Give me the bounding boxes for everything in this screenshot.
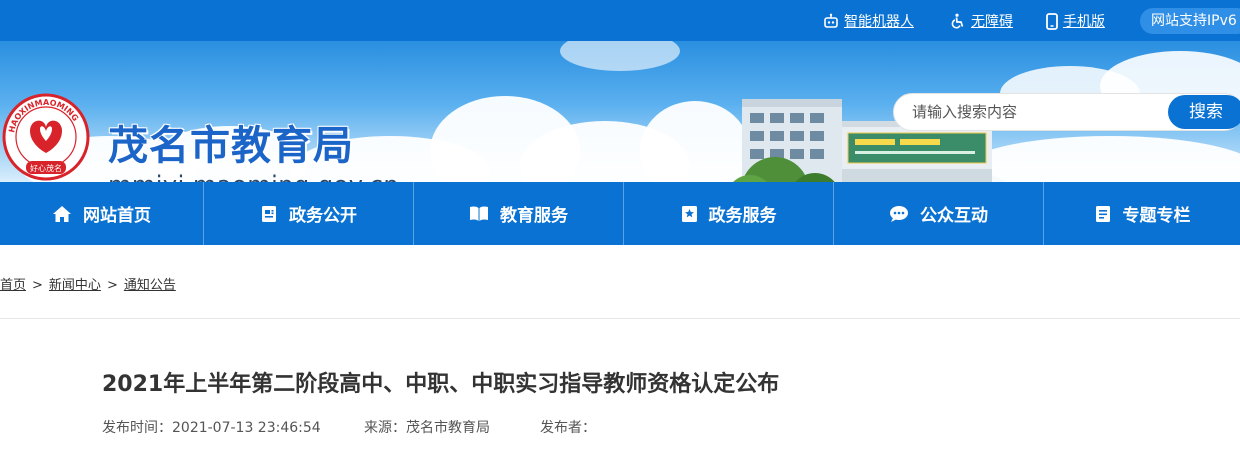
chat-icon xyxy=(890,205,908,222)
article-source: 来源：茂名市教育局 xyxy=(364,420,490,436)
nav-item-special-topics[interactable]: 专题专栏 xyxy=(1044,182,1240,245)
robot-label: 智能机器人 xyxy=(844,14,914,30)
search-box: 搜索 xyxy=(893,93,1240,131)
nav-item-public-interaction[interactable]: 公众互动 xyxy=(834,182,1044,245)
top-utility-bar: 智能机器人 无障碍 手机版 网站支持IPv6 xyxy=(0,0,1240,41)
mobile-version-link[interactable]: 手机版 xyxy=(1046,11,1105,31)
article-publish-time: 发布时间：2021-07-13 23:46:54 xyxy=(102,420,321,436)
site-title: 茂名市教育局 xyxy=(108,123,354,169)
document-icon xyxy=(262,205,276,222)
nav-item-home[interactable]: 网站首页 xyxy=(0,182,204,245)
site-url: mmjyj.maoming.gov.cn xyxy=(108,171,399,182)
robot-link[interactable]: 智能机器人 xyxy=(823,11,914,31)
article-publisher: 发布者： xyxy=(540,420,596,436)
search-input[interactable] xyxy=(912,94,1162,130)
nav-item-government-services[interactable]: 政务服务 xyxy=(624,182,834,245)
bookmark-star-icon xyxy=(681,205,697,222)
breadcrumb-news-center-link[interactable]: 新闻中心 xyxy=(49,278,101,293)
nav-item-label: 政务公开 xyxy=(289,206,357,226)
maoming-logo-emblem: HAOXINMAOMING 好心茂名 xyxy=(2,93,90,181)
mobile-version-label: 手机版 xyxy=(1063,14,1105,30)
main-navigation: 网站首页 政务公开 教育服务 政务服务 公众互动 专题专栏 xyxy=(0,182,1240,245)
notes-icon xyxy=(1095,205,1110,222)
nav-item-label: 网站首页 xyxy=(83,206,151,226)
nav-item-label: 教育服务 xyxy=(500,206,568,226)
nav-item-education-services[interactable]: 教育服务 xyxy=(414,182,624,245)
cloud-decoration xyxy=(560,41,680,71)
search-button[interactable]: 搜索 xyxy=(1168,95,1240,129)
mobile-phone-icon xyxy=(1046,12,1058,30)
breadcrumb-notices-link[interactable]: 通知公告 xyxy=(124,278,176,293)
ipv6-badge: 网站支持IPv6 xyxy=(1140,8,1240,34)
nav-item-government-affairs[interactable]: 政务公开 xyxy=(204,182,414,245)
breadcrumb-home-link[interactable]: 首页 xyxy=(0,278,26,293)
breadcrumb-separator: > xyxy=(106,278,118,293)
breadcrumb: 首页 > 新闻中心 > 通知公告 xyxy=(0,274,176,293)
wheelchair-icon xyxy=(951,13,964,29)
article-title: 2021年上半年第二阶段高中、中职、中职实习指导教师资格认定公布 xyxy=(102,372,780,397)
nav-item-label: 专题专栏 xyxy=(1122,206,1191,226)
svg-text:好心茂名: 好心茂名 xyxy=(30,163,62,173)
accessibility-label: 无障碍 xyxy=(971,14,1013,30)
nav-item-label: 政务服务 xyxy=(708,206,777,226)
home-icon xyxy=(53,205,71,222)
book-icon xyxy=(470,206,488,221)
robot-icon xyxy=(824,13,838,28)
breadcrumb-divider xyxy=(0,318,1240,319)
nav-item-label: 公众互动 xyxy=(920,206,988,226)
accessibility-link[interactable]: 无障碍 xyxy=(950,11,1013,31)
breadcrumb-separator: > xyxy=(32,278,43,293)
